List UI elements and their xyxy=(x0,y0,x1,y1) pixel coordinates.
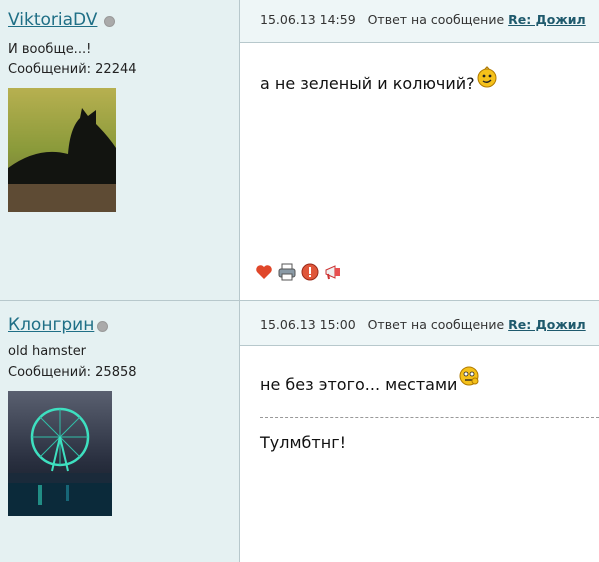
avatar[interactable] xyxy=(8,391,112,516)
print-icon[interactable] xyxy=(277,262,297,282)
post-body: не без этого... местами xyxy=(260,375,458,394)
signature-divider xyxy=(260,417,599,418)
post-body: а не зеленый и колючий? xyxy=(260,74,475,93)
offline-status-icon xyxy=(104,16,115,27)
post: Клонгрин old hamster Сообщений: 25858 15… xyxy=(0,301,599,562)
author-panel: ViktoriaDV И вообще...! Сообщений: 22244 xyxy=(0,0,240,300)
post-date: 15.06.13 15:00 xyxy=(260,317,356,332)
user-title: И вообще...! xyxy=(8,42,92,57)
post-meta: 15.06.13 15:00 Ответ на сообщение Re: До… xyxy=(260,317,586,332)
offline-status-icon xyxy=(97,321,108,332)
signature: Тулмбтнг! xyxy=(260,433,347,452)
megaphone-icon[interactable] xyxy=(323,262,343,282)
post-toolbar xyxy=(254,262,343,282)
post-count: Сообщений: 25858 xyxy=(8,365,137,380)
post-date: 15.06.13 14:59 xyxy=(260,12,356,27)
smiley-icon xyxy=(459,366,479,386)
post-count: Сообщений: 22244 xyxy=(8,62,137,77)
post-header: 15.06.13 14:59 Ответ на сообщение Re: До… xyxy=(240,0,599,43)
heart-icon[interactable] xyxy=(254,262,274,282)
user-title: old hamster xyxy=(8,344,87,359)
username-link[interactable]: ViktoriaDV xyxy=(8,10,97,30)
reply-link[interactable]: Re: Дожил xyxy=(508,317,586,332)
reply-label: Ответ на сообщение xyxy=(367,12,505,27)
post-meta: 15.06.13 14:59 Ответ на сообщение Re: До… xyxy=(260,12,586,27)
username-link[interactable]: Клонгрин xyxy=(8,315,94,335)
reply-link[interactable]: Re: Дожил xyxy=(508,12,586,27)
author-panel: Клонгрин old hamster Сообщений: 25858 xyxy=(0,301,240,562)
report-icon[interactable] xyxy=(300,262,320,282)
smiley-icon xyxy=(477,66,497,88)
post: ViktoriaDV И вообще...! Сообщений: 22244 xyxy=(0,0,599,300)
reply-label: Ответ на сообщение xyxy=(367,317,505,332)
post-header: 15.06.13 15:00 Ответ на сообщение Re: До… xyxy=(240,301,599,346)
post-content: 15.06.13 15:00 Ответ на сообщение Re: До… xyxy=(240,301,599,562)
post-content: 15.06.13 14:59 Ответ на сообщение Re: До… xyxy=(240,0,599,300)
avatar[interactable] xyxy=(8,88,116,212)
